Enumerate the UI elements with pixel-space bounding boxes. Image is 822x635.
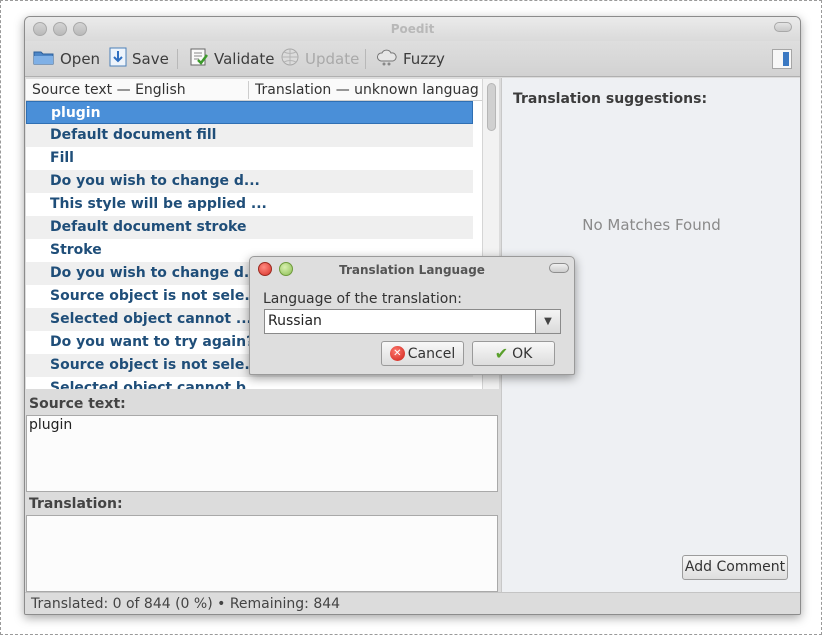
cancel-label: Cancel xyxy=(407,345,456,362)
open-label: Open xyxy=(60,50,101,68)
dialog-title: Translation Language xyxy=(339,263,485,277)
list-item[interactable]: Do you wish to change d... xyxy=(26,170,473,193)
sidebar-toggle-icon[interactable] xyxy=(772,49,792,69)
list-item-source: Do you want to try again? xyxy=(50,334,255,350)
fuzzy-label: Fuzzy xyxy=(403,50,445,68)
list-item-source: Default document stroke xyxy=(50,219,247,235)
checkmark-icon: ✔ xyxy=(494,344,509,363)
toolbar-separator xyxy=(365,49,366,69)
language-value: Russian xyxy=(268,313,322,329)
update-globe-icon xyxy=(280,47,300,71)
column-divider[interactable] xyxy=(248,81,249,99)
column-header-source[interactable]: Source text — English xyxy=(32,82,244,98)
list-item-source: Source object is not sele... xyxy=(50,357,261,373)
window-menu-button[interactable] xyxy=(774,22,792,32)
list-item-source: Selected object cannot ... xyxy=(50,311,252,327)
status-bar: Translated: 0 of 844 (0 %) • Remaining: … xyxy=(25,592,800,614)
list-item[interactable]: This style will be applied ... xyxy=(26,193,473,216)
validate-label: Validate xyxy=(214,50,275,68)
folder-open-icon xyxy=(33,48,55,70)
list-item-source: Do you wish to change d... xyxy=(50,265,260,281)
window-title: Poedit xyxy=(390,22,435,36)
cancel-icon: ✕ xyxy=(389,346,405,361)
suggestions-title: Translation suggestions: xyxy=(513,91,708,107)
language-label: Language of the translation: xyxy=(263,291,462,307)
translation-language-dialog: Translation Language Language of the tra… xyxy=(249,256,575,375)
toolbar: Open Save Validate Update Fuzzy xyxy=(25,41,800,77)
list-item[interactable]: Fill xyxy=(26,147,473,170)
update-label: Update xyxy=(305,50,360,68)
list-item[interactable]: Default document fill xyxy=(26,124,473,147)
toolbar-separator xyxy=(177,49,178,69)
save-icon xyxy=(109,47,127,71)
language-combobox[interactable]: Russian ▼ xyxy=(264,309,561,334)
title-bar: Poedit xyxy=(25,17,800,41)
translation-label: Translation: xyxy=(29,496,123,512)
no-matches-text: No Matches Found xyxy=(582,216,721,234)
list-item-source: Selected object cannot b... xyxy=(50,380,262,389)
fuzzy-button[interactable]: Fuzzy xyxy=(376,48,445,70)
list-item-source: Fill xyxy=(50,150,74,166)
list-item[interactable]: Selected object cannot b... xyxy=(26,377,473,389)
add-comment-button[interactable]: Add Comment xyxy=(682,555,788,580)
source-text-label: Source text: xyxy=(29,396,126,412)
ok-label: OK xyxy=(512,345,533,362)
translation-field[interactable] xyxy=(26,515,498,592)
fuzzy-cloud-icon xyxy=(376,47,398,71)
list-item-source: Default document fill xyxy=(50,127,217,143)
validate-checklist-icon xyxy=(189,47,209,71)
validate-button[interactable]: Validate xyxy=(189,48,274,70)
list-item-source: Stroke xyxy=(50,242,102,258)
column-header-translation[interactable]: Translation — unknown language xyxy=(255,82,479,98)
dialog-menu-button[interactable] xyxy=(549,263,569,273)
open-button[interactable]: Open xyxy=(33,48,100,70)
cancel-button[interactable]: ✕ Cancel xyxy=(381,341,464,366)
scrollbar-thumb[interactable] xyxy=(487,83,496,131)
list-item-source: This style will be applied ... xyxy=(50,196,267,212)
list-item[interactable]: plugin xyxy=(26,101,473,124)
source-text-view: plugin xyxy=(26,415,498,492)
update-button[interactable]: Update xyxy=(280,48,359,70)
list-item-source: Do you wish to change d... xyxy=(50,173,260,189)
save-label: Save xyxy=(132,50,169,68)
ok-button[interactable]: ✔ OK xyxy=(472,341,555,366)
save-button[interactable]: Save xyxy=(109,47,169,71)
list-item-source: Source object is not sele... xyxy=(50,288,261,304)
list-header: Source text — English Translation — unkn… xyxy=(26,79,482,101)
list-item-source: plugin xyxy=(51,105,101,121)
list-item[interactable]: Default document stroke xyxy=(26,216,473,239)
chevron-down-icon[interactable]: ▼ xyxy=(535,310,560,333)
